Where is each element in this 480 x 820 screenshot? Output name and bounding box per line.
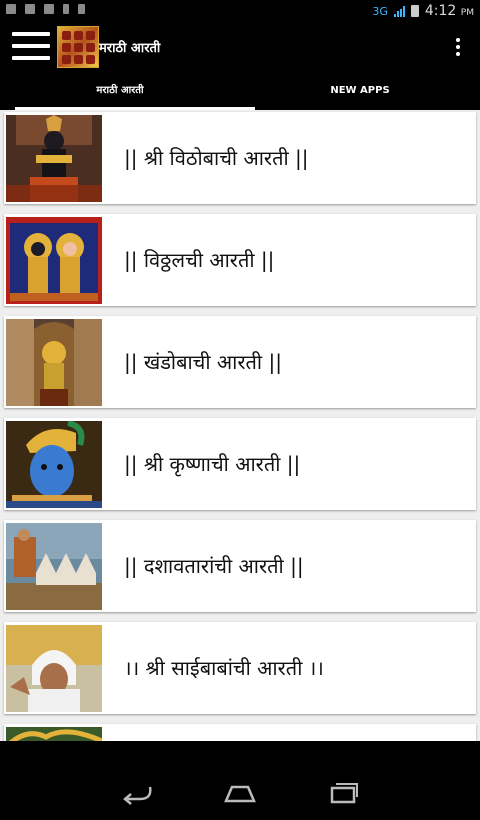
list-item-vithoba[interactable]: || श्री विठोबाची आरती ||	[4, 112, 476, 204]
list-item-krishna[interactable]: || श्री कृष्णाची आरती ||	[4, 418, 476, 510]
tab-marathi-aarti[interactable]: मराठी आरती	[0, 74, 255, 110]
clock-time: 4:12	[424, 3, 457, 19]
list-item-label: || श्री कृष्णाची आरती ||	[124, 452, 301, 476]
list-item-khandoba[interactable]: || खंडोबाची आरती ||	[4, 316, 476, 408]
network-type: 3G	[372, 4, 388, 18]
recents-icon[interactable]	[326, 779, 362, 805]
clock-ampm: PM	[460, 8, 474, 18]
system-nav-bar	[0, 741, 480, 820]
aarti-list: || श्री विठोबाची आरती || || विठ्ठलची आरत…	[0, 110, 480, 741]
notification-icons	[6, 4, 85, 14]
aarti-image	[6, 727, 102, 741]
app-title: मराठी आरती	[99, 41, 161, 56]
vitthal-rukmini-image	[6, 217, 102, 304]
khandoba-image	[6, 319, 102, 406]
list-item-label: || श्री विठोबाची आरती ||	[124, 146, 309, 170]
message-icon	[6, 4, 16, 14]
saibaba-image	[6, 625, 102, 712]
app-bar: मराठी आरती	[0, 22, 480, 74]
list-item-label: ।। श्री साईबाबांची आरती ।।	[124, 656, 324, 680]
list-item-saibaba[interactable]: ।। श्री साईबाबांची आरती ।।	[4, 622, 476, 714]
sd-card-icon	[78, 4, 85, 14]
list-item-label: || दशावतारांची आरती ||	[124, 554, 304, 578]
clock: 4:12 PM	[425, 3, 474, 19]
back-icon[interactable]	[120, 779, 156, 805]
tab-bar: मराठी आरती NEW APPS	[0, 74, 480, 110]
signal-icon	[393, 5, 405, 17]
status-bar: 3G 4:12 PM	[0, 0, 480, 22]
menu-icon[interactable]	[12, 32, 50, 62]
android-icon	[25, 4, 35, 14]
tab-new-apps[interactable]: NEW APPS	[240, 74, 480, 110]
usb-icon	[63, 4, 69, 14]
list-item-vitthal[interactable]: || विठ्ठलची आरती ||	[4, 214, 476, 306]
app-logo	[57, 26, 99, 68]
list-item-partial[interactable]	[4, 724, 476, 741]
krishna-image	[6, 421, 102, 508]
list-item-dashavatar[interactable]: || दशावतारांची आरती ||	[4, 520, 476, 612]
overflow-menu-icon[interactable]	[456, 38, 462, 59]
home-icon[interactable]	[222, 779, 258, 805]
battery-icon	[410, 5, 419, 17]
vithoba-image	[6, 115, 102, 202]
gallery-icon	[44, 4, 54, 14]
dashavatar-image	[6, 523, 102, 610]
list-item-label: || विठ्ठलची आरती ||	[124, 248, 275, 272]
list-item-label: || खंडोबाची आरती ||	[124, 350, 282, 374]
